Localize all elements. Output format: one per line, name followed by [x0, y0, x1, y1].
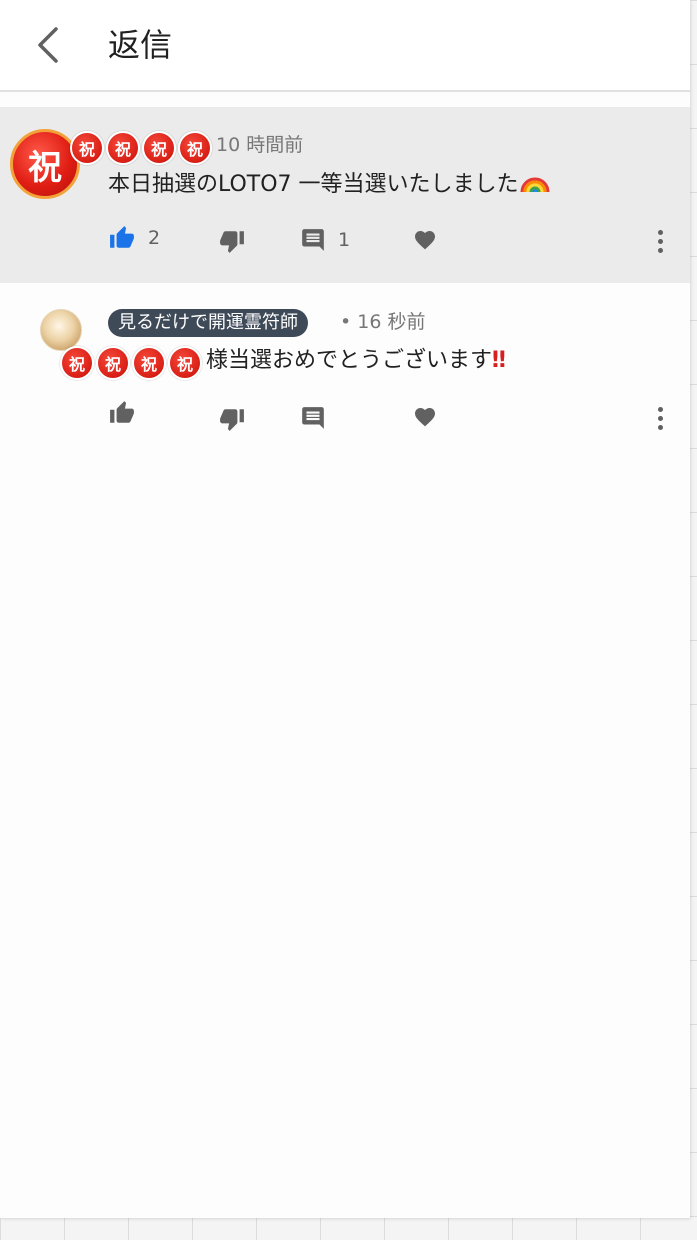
comment-icon [302, 229, 324, 251]
thumbs-down-icon [220, 231, 244, 253]
highlighted-comment: 祝 祝 祝 祝 祝 10 時間前 本日抽選のLOTO7 一等当選いたしました 2 [0, 107, 690, 283]
heart-icon [415, 408, 435, 427]
more-dot [657, 238, 663, 244]
thumbs-up-icon [110, 401, 134, 423]
comment-text-content: 様当選おめでとうございます [206, 348, 493, 373]
thumbs-up-icon [110, 226, 134, 248]
more-dot [657, 406, 663, 412]
seal-badge-icon: 祝 [168, 346, 202, 380]
like-button[interactable]: 2 [108, 225, 160, 251]
like-button[interactable] [108, 400, 136, 426]
comment-text: 本日抽選のLOTO7 一等当選いたしました [108, 170, 551, 200]
more-dot [657, 415, 663, 421]
reply-count: 1 [338, 229, 351, 251]
comment-icon [302, 407, 324, 429]
seal-badge-icon: 祝 [142, 131, 176, 165]
back-button[interactable] [24, 22, 70, 68]
author-avatar[interactable] [40, 309, 82, 351]
seal-badge-icon: 祝 [178, 131, 212, 165]
page-title: 返信 [108, 26, 173, 64]
more-options-button[interactable] [650, 403, 670, 433]
more-dot [657, 247, 663, 253]
thumbs-down-icon [220, 409, 244, 431]
seal-badge-row: 祝 祝 祝 祝 [60, 346, 202, 380]
heart-button[interactable] [412, 405, 438, 429]
seal-badge-icon: 祝 [70, 131, 104, 165]
seal-badge-icon: 祝 [60, 346, 94, 380]
seal-badge-icon: 祝 [132, 346, 166, 380]
dislike-button[interactable] [218, 228, 246, 254]
author-name-chip[interactable]: 見るだけで開運霊符師 [108, 309, 308, 337]
comment-timestamp: 10 時間前 [216, 134, 304, 156]
seal-badge-row: 祝 祝 祝 祝 [70, 131, 212, 165]
more-options-button[interactable] [650, 226, 670, 256]
double-exclamation-emoji: ‼ [492, 348, 506, 373]
comment-text: 様当選おめでとうございます‼ [206, 346, 506, 376]
reply-button[interactable]: 1 [300, 227, 350, 253]
celebration-seal-icon: 祝 [28, 147, 62, 188]
heart-icon [415, 231, 435, 250]
comment-timestamp: • 16 秒前 [340, 311, 426, 333]
reply-button[interactable] [300, 405, 326, 431]
top-bar: 返信 [0, 0, 690, 92]
reply-panel: 返信 祝 祝 祝 祝 祝 10 時間前 本日抽選のLOTO7 一等当選いたしまし… [0, 0, 690, 1218]
seal-badge-icon: 祝 [96, 346, 130, 380]
comment-text-content: 本日抽選のLOTO7 一等当選いたしました [108, 172, 519, 197]
like-count: 2 [148, 227, 161, 249]
seal-badge-icon: 祝 [106, 131, 140, 165]
reply-comment: 見るだけで開運霊符師 • 16 秒前 祝 祝 祝 祝 様当選おめでとうございます… [0, 300, 690, 450]
more-dot [657, 424, 663, 430]
dislike-button[interactable] [218, 406, 246, 432]
more-dot [657, 229, 663, 235]
heart-button[interactable] [412, 228, 438, 252]
chevron-left-icon [38, 27, 58, 63]
rainbow-emoji-icon [520, 177, 550, 193]
